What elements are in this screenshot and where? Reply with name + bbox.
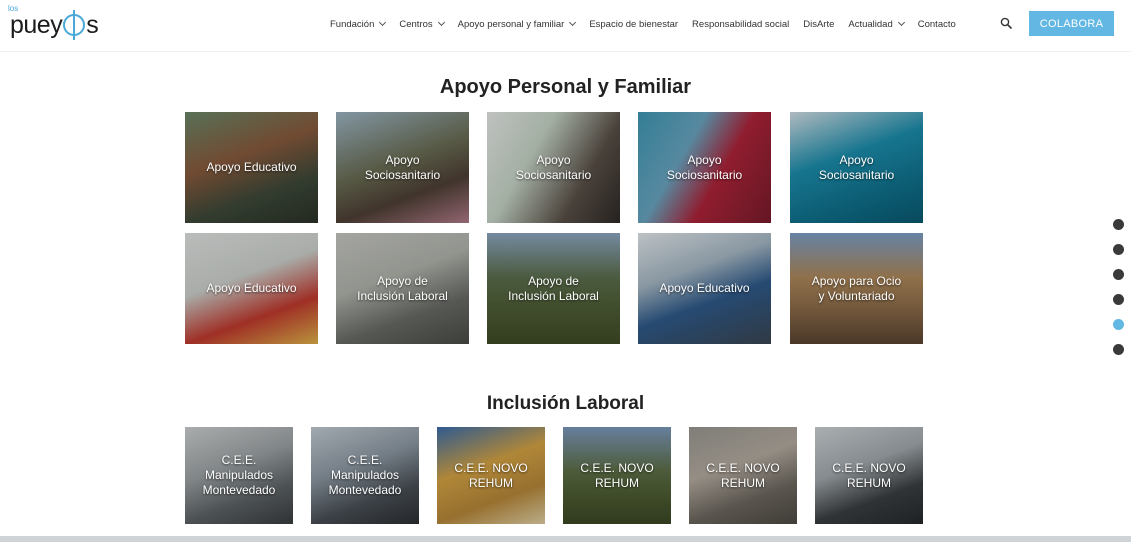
chevron-down-icon	[437, 18, 445, 27]
colabora-button[interactable]: COLABORA	[1029, 11, 1114, 36]
site-logo[interactable]: los puey s	[8, 4, 108, 44]
nav-item-5[interactable]: DisArte	[803, 19, 834, 30]
side-nav-dot-0[interactable]	[1113, 219, 1124, 230]
chevron-down-icon	[379, 18, 387, 27]
tile-label: C.E.E. NOVO REHUM	[454, 460, 528, 490]
apoyo-tile-8[interactable]: Apoyo Educativo	[638, 233, 771, 344]
logo-wordmark: puey s	[10, 10, 99, 40]
apoyo-tile-4[interactable]: Apoyo Sociosanitario	[790, 112, 923, 223]
search-icon[interactable]	[1000, 17, 1012, 29]
apoyo-tile-5[interactable]: Apoyo Educativo	[185, 233, 318, 344]
side-nav-dot-4[interactable]	[1113, 319, 1124, 330]
inclusion-tile-1[interactable]: C.E.E. Manipulados Montevedado	[311, 427, 419, 524]
apoyo-tile-6[interactable]: Apoyo de Inclusión Laboral	[336, 233, 469, 344]
chevron-down-icon	[897, 18, 905, 27]
tile-label: C.E.E. Manipulados Montevedado	[328, 453, 402, 497]
tile-label: Apoyo de Inclusión Laboral	[357, 273, 448, 303]
tile-label: Apoyo Educativo	[206, 160, 297, 174]
nav-item-label: Apoyo personal y familiar	[457, 18, 565, 30]
apoyo-tile-1[interactable]: Apoyo Sociosanitario	[336, 112, 469, 223]
site-header: los puey s Fundación Centros Apoyo personal…	[0, 0, 1131, 52]
nav-item-6[interactable]: Actualidad	[848, 18, 905, 30]
side-nav-dot-1[interactable]	[1113, 244, 1124, 255]
nav-item-label: Centros	[399, 18, 433, 30]
nav-item-label: DisArte	[803, 18, 835, 30]
nav-item-label: Fundación	[330, 18, 375, 30]
side-nav-dot-3[interactable]	[1113, 294, 1124, 305]
nav-item-label: Contacto	[917, 18, 956, 30]
tile-label: Apoyo para Ocio y Voluntariado	[811, 273, 902, 303]
tile-label: C.E.E. NOVO REHUM	[706, 460, 780, 490]
apoyo-tile-0[interactable]: Apoyo Educativo	[185, 112, 318, 223]
apoyo-tile-2[interactable]: Apoyo Sociosanitario	[487, 112, 620, 223]
bottom-scroll-bar	[0, 536, 1131, 542]
side-nav-dot-5[interactable]	[1113, 344, 1124, 355]
inclusion-tile-3[interactable]: C.E.E. NOVO REHUM	[563, 427, 671, 524]
tile-label: C.E.E. NOVO REHUM	[832, 460, 906, 490]
nav-item-3[interactable]: Espacio de bienestar	[589, 19, 678, 30]
chevron-down-icon	[569, 18, 577, 27]
nav-item-label: Actualidad	[848, 18, 893, 30]
inclusion-tile-5[interactable]: C.E.E. NOVO REHUM	[815, 427, 923, 524]
nav-item-0[interactable]: Fundación	[330, 18, 387, 30]
inclusion-tile-0[interactable]: C.E.E. Manipulados Montevedado	[185, 427, 293, 524]
apoyo-tile-3[interactable]: Apoyo Sociosanitario	[638, 112, 771, 223]
nav-item-1[interactable]: Centros	[399, 18, 445, 30]
side-nav-dot-2[interactable]	[1113, 269, 1124, 280]
side-section-nav	[1113, 219, 1125, 369]
inclusion-tile-4[interactable]: C.E.E. NOVO REHUM	[689, 427, 797, 524]
tile-label: Apoyo Educativo	[659, 281, 750, 295]
nav-item-label: Responsabilidad social	[692, 18, 790, 30]
tile-label: Apoyo de Inclusión Laboral	[508, 273, 599, 303]
tile-label: C.E.E. Manipulados Montevedado	[202, 453, 276, 497]
tile-label: Apoyo Sociosanitario	[364, 152, 441, 182]
nav-item-2[interactable]: Apoyo personal y familiar	[457, 18, 577, 30]
apoyo-tile-9[interactable]: Apoyo para Ocio y Voluntariado	[790, 233, 923, 344]
nav-item-4[interactable]: Responsabilidad social	[692, 19, 789, 30]
nav-item-label: Espacio de bienestar	[589, 18, 679, 30]
tile-label: Apoyo Sociosanitario	[515, 152, 592, 182]
nav-item-7[interactable]: Contacto	[918, 19, 956, 30]
tile-label: C.E.E. NOVO REHUM	[580, 460, 654, 490]
apoyo-tile-7[interactable]: Apoyo de Inclusión Laboral	[487, 233, 620, 344]
tile-label: Apoyo Educativo	[206, 281, 297, 295]
section-title-inclusion: Inclusión Laboral	[486, 393, 645, 414]
tile-label: Apoyo Sociosanitario	[666, 152, 743, 182]
main-nav: Fundación Centros Apoyo personal y familia…	[330, 16, 970, 32]
inclusion-tile-2[interactable]: C.E.E. NOVO REHUM	[437, 427, 545, 524]
tile-label: Apoyo Sociosanitario	[818, 152, 895, 182]
section-title-apoyo: Apoyo Personal y Familiar	[439, 76, 692, 98]
logo-o-icon	[63, 10, 86, 40]
